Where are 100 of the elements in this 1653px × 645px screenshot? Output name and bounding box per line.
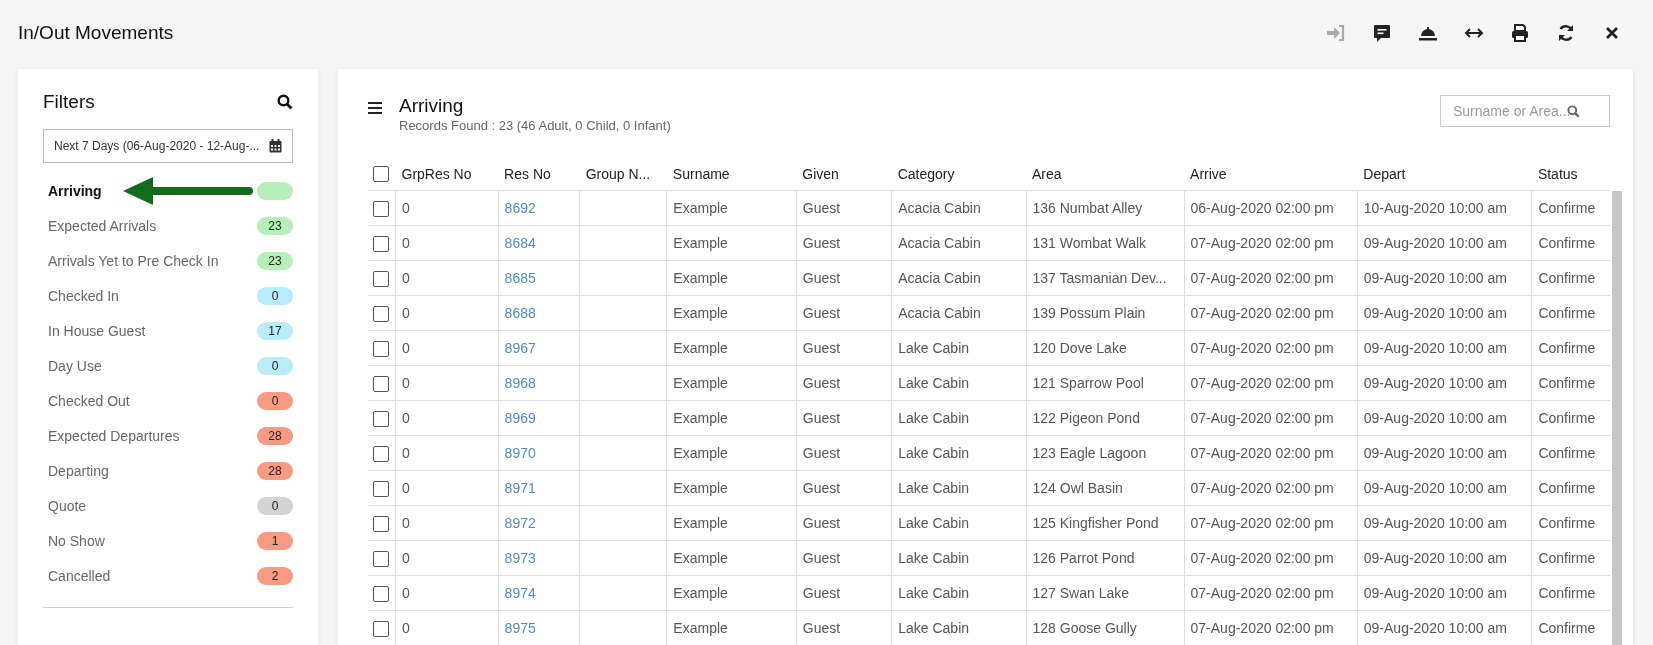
reservation-link[interactable]: 8967 [504,340,536,356]
filter-item[interactable]: Arrivals Yet to Pre Check In 23 [43,243,293,278]
table-cell: 09-Aug-2020 10:00 am [1363,620,1507,636]
reservation-link[interactable]: 8971 [504,480,536,496]
count-badge: 0 [257,391,293,410]
table-cell: Example [673,585,728,601]
filter-item[interactable]: Checked Out 0 [43,383,293,418]
filter-item[interactable]: Expected Departures 28 [43,418,293,453]
filter-item[interactable]: Day Use 0 [43,348,293,383]
reservation-link[interactable]: 8972 [504,515,536,531]
scrollbar[interactable] [1612,191,1622,645]
table-cell: Guest [802,515,841,531]
table-cell: Example [673,305,728,321]
table-cell: 120 Dove Lake [1032,340,1127,356]
column-header[interactable]: Given [796,157,892,191]
table-cell: 07-Aug-2020 02:00 pm [1190,270,1334,286]
filter-item[interactable]: Checked In 0 [43,278,293,313]
table-cell: Guest [802,550,841,566]
row-checkbox[interactable] [373,340,389,357]
column-header[interactable]: Category [891,157,1026,191]
column-header[interactable]: Res No [498,157,580,191]
count-badge: 0 [257,356,293,375]
table-cell: Example [673,550,728,566]
table-cell: Lake Cabin [898,550,970,566]
reservation-link[interactable]: 8684 [504,235,536,251]
search-field[interactable]: Surname or Area... [1440,95,1610,127]
table-cell: 07-Aug-2020 02:00 pm [1190,515,1334,531]
reservation-link[interactable]: 8685 [504,270,536,286]
filter-item[interactable]: Arriving [43,173,293,208]
row-checkbox[interactable] [373,375,389,392]
reservation-link[interactable]: 8969 [504,410,536,426]
calendar-icon [269,139,282,153]
table-cell: Example [673,235,728,251]
filter-item[interactable]: Departing 28 [43,453,293,488]
reservation-link[interactable]: 8973 [504,550,536,566]
row-checkbox[interactable] [373,200,389,217]
count-badge: 23 [257,216,293,235]
table-cell: Confirme [1538,375,1596,391]
table-cell: 07-Aug-2020 02:00 pm [1190,305,1334,321]
table-cell: 123 Eagle Lagoon [1032,445,1147,461]
table-cell: Guest [802,270,841,286]
date-range-field[interactable]: Next 7 Days (06-Aug-2020 - 12-Aug-... [43,129,293,163]
column-header[interactable]: Group N... [579,157,667,191]
reservation-link[interactable]: 8970 [504,445,536,461]
row-checkbox[interactable] [373,445,389,462]
list-title: Arriving [399,95,465,117]
column-header[interactable]: Arrive [1184,157,1358,191]
table-cell: 07-Aug-2020 02:00 pm [1190,340,1334,356]
menu-icon[interactable] [368,102,382,114]
table-cell: Lake Cabin [898,480,970,496]
filter-item[interactable]: Quote 0 [43,488,293,523]
table-cell: Confirme [1538,270,1596,286]
reservation-link[interactable]: 8688 [504,305,536,321]
table-cell: 09-Aug-2020 10:00 am [1363,270,1507,286]
row-checkbox[interactable] [373,235,389,252]
reservation-link[interactable]: 8968 [504,375,536,391]
filter-item[interactable]: Expected Arrivals 23 [43,208,293,243]
table-cell: Guest [802,305,841,321]
table-cell: Guest [802,445,841,461]
select-all-checkbox[interactable] [373,166,389,183]
table-cell: Acacia Cabin [898,235,981,251]
table-cell: Confirme [1538,200,1596,216]
table-cell: Guest [802,375,841,391]
table-cell: 07-Aug-2020 02:00 pm [1190,550,1334,566]
table-cell: 137 Tasmanian Dev... [1032,270,1167,286]
row-checkbox[interactable] [373,270,389,287]
row-checkbox[interactable] [373,515,389,532]
row-checkbox[interactable] [373,305,389,322]
row-checkbox[interactable] [373,480,389,497]
table-cell: 07-Aug-2020 02:00 pm [1190,585,1334,601]
table-cell: 0 [402,550,410,566]
count-badge: 2 [257,566,293,585]
table-cell: 09-Aug-2020 10:00 am [1363,305,1507,321]
search-icon[interactable] [277,94,293,110]
column-header[interactable]: Area [1026,157,1185,191]
table-cell: 127 Swan Lake [1032,585,1130,601]
table-cell: Confirme [1538,515,1596,531]
row-checkbox[interactable] [373,550,389,567]
reservation-link[interactable]: 8975 [504,620,536,636]
reservation-link[interactable]: 8692 [504,200,536,216]
table-cell: 136 Numbat Alley [1032,200,1143,216]
table-cell: Lake Cabin [898,340,970,356]
column-header[interactable]: Surname [666,157,797,191]
table-cell: Example [673,480,728,496]
row-checkbox[interactable] [373,620,389,637]
reservation-link[interactable]: 8974 [504,585,536,601]
row-checkbox[interactable] [373,585,389,602]
column-header[interactable]: GrpRes No [395,157,499,191]
records-found: Records Found : 23 (46 Adult, 0 Child, 0 Infant) [399,118,672,133]
table-cell: Guest [802,410,841,426]
filter-item[interactable]: Cancelled 2 [43,558,293,593]
table-cell: Guest [802,620,841,636]
row-checkbox[interactable] [373,410,389,427]
table-cell: Confirme [1538,620,1596,636]
filter-item[interactable]: In House Guest 17 [43,313,293,348]
filter-item[interactable]: No Show 1 [43,523,293,558]
column-header[interactable]: Status [1531,157,1610,191]
table-cell: 06-Aug-2020 02:00 pm [1190,200,1334,216]
filters-title: Filters [43,91,95,113]
column-header[interactable]: Depart [1357,157,1532,191]
